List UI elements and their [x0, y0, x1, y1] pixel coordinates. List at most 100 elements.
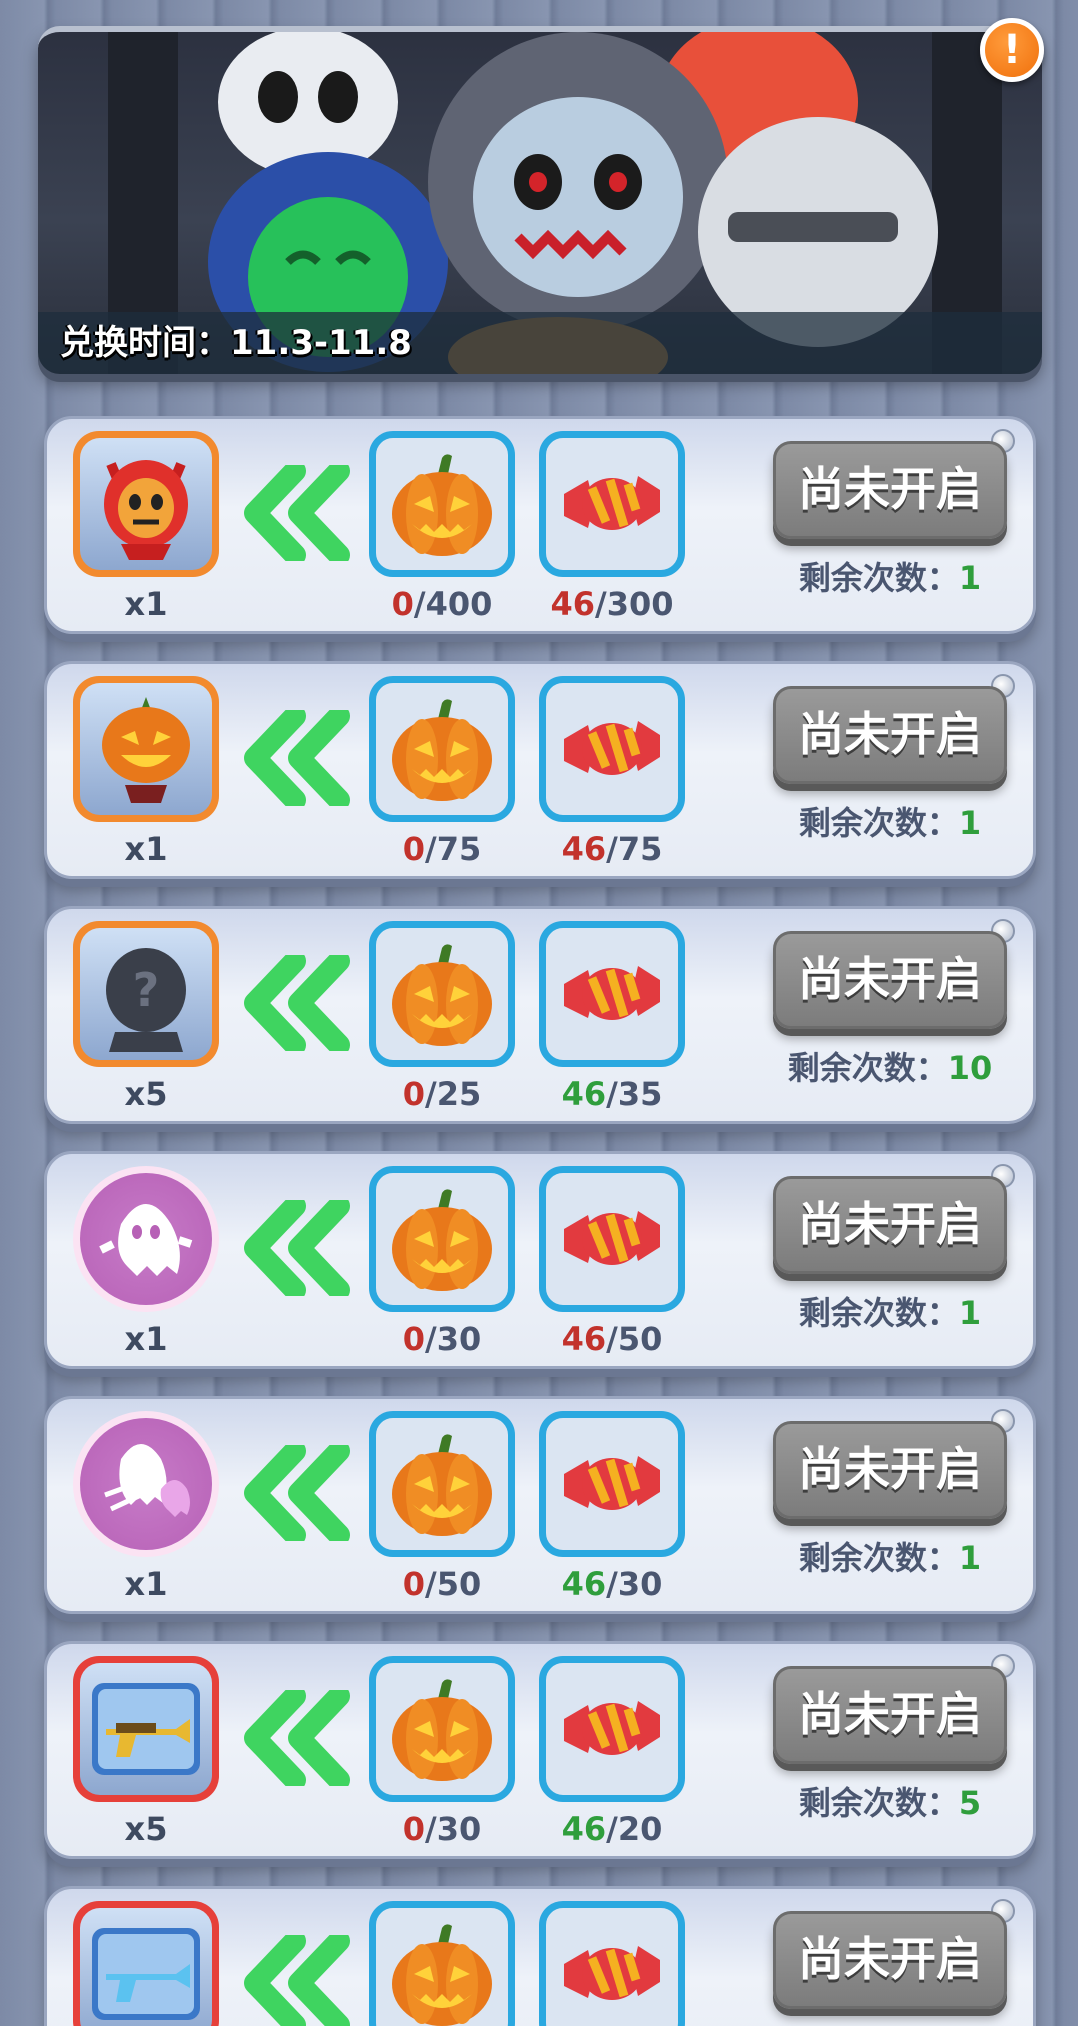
exchange-arrow [243, 1195, 353, 1301]
reward-quantity: x1 [124, 1320, 168, 1358]
candy-owned: 46 [550, 585, 596, 623]
info-alert-button[interactable]: ! [980, 18, 1044, 82]
exchange-arrow [243, 1685, 353, 1791]
reward-item-slot[interactable]: ? [73, 921, 219, 1067]
pumpkin-required: /50 [425, 1565, 482, 1603]
blue-gun-card-icon [92, 1928, 200, 2020]
double-chevron-left-icon [244, 950, 350, 1056]
exchange-button-not-open[interactable]: 尚未开启 [773, 1911, 1007, 2009]
remaining-times: 剩余次数：10 [747, 1043, 1033, 1089]
remaining-times-value: 1 [958, 804, 982, 842]
remaining-times-value: 10 [947, 1049, 993, 1087]
candy-required: /50 [606, 1320, 663, 1358]
jack-o-lantern-icon [392, 1189, 492, 1291]
pumpkin-owned: 0 [402, 1075, 426, 1113]
remaining-times-label: 剩余次数： [798, 1294, 959, 1332]
candy-cost-count: 46/50 [539, 1320, 685, 1358]
pumpkin-cost-count: 0/400 [369, 585, 515, 623]
reward-item-slot[interactable] [73, 1411, 219, 1557]
exchange-button-not-open[interactable]: 尚未开启 [773, 1421, 1007, 1519]
exchange-button-not-open[interactable]: 尚未开启 [773, 1176, 1007, 1274]
pumpkin-owned: 0 [391, 585, 414, 623]
candy-cost-slot[interactable] [539, 431, 685, 577]
ghost-trail-icon [104, 1444, 190, 1517]
candy-cost-slot[interactable] [539, 1411, 685, 1557]
remaining-times-value: 1 [958, 1539, 982, 1577]
reward-item-slot[interactable] [73, 1166, 219, 1312]
exchange-button-not-open[interactable]: 尚未开启 [773, 686, 1007, 784]
remaining-times: 剩余次数：5 [747, 1778, 1033, 1824]
reward-item-image [80, 1663, 212, 1795]
jack-o-lantern-icon [392, 1434, 492, 1536]
double-chevron-left-icon [244, 1930, 350, 2026]
pumpkin-owned: 0 [402, 1320, 426, 1358]
golden-gun-card-icon [92, 1683, 200, 1775]
pumpkin-cost-count: 0/30 [369, 1810, 515, 1848]
reward-quantity: x1 [124, 585, 168, 623]
candy-cost-count: 46/75 [539, 830, 685, 868]
pumpkin-owned: 0 [402, 1565, 426, 1603]
striped-candy-icon [564, 966, 660, 1020]
candy-owned: 46 [561, 1075, 607, 1113]
reward-quantity: x5 [124, 1810, 168, 1848]
pumpkin-cost-slot[interactable] [369, 431, 515, 577]
candy-cost-count: 46/30 [539, 1565, 685, 1603]
candy-cost-slot[interactable] [539, 1166, 685, 1312]
exchange-button-not-open[interactable]: 尚未开启 [773, 1666, 1007, 1764]
exchange-row: 尚未开启 [44, 1886, 1036, 2026]
candy-cost-slot[interactable] [539, 921, 685, 1067]
exchange-arrow [243, 705, 353, 811]
candy-cost-slot[interactable] [539, 1901, 685, 2026]
exchange-button-not-open[interactable]: 尚未开启 [773, 931, 1007, 1029]
candy-cost-count: 46/35 [539, 1075, 685, 1113]
candy-required: /20 [606, 1810, 663, 1848]
exchange-row: x1 0/75 46/75 尚未开启 剩余次数：1 [44, 661, 1036, 879]
exclamation-icon: ! [1002, 27, 1022, 73]
remaining-times: 剩余次数：1 [747, 798, 1033, 844]
mystery-character-icon: ? [106, 948, 186, 1052]
ghost-emote-icon [99, 1204, 193, 1276]
candy-owned: 46 [561, 1320, 607, 1358]
candy-owned: 46 [561, 1810, 607, 1848]
exchange-row: x1 0/400 46/300 尚未开启 剩余次数：1 [44, 416, 1036, 634]
candy-required: /30 [606, 1565, 663, 1603]
pumpkin-required: /75 [425, 830, 482, 868]
event-banner: 兑换时间：11.3-11.8 [38, 26, 1042, 374]
reward-item-image: ? [80, 928, 212, 1060]
candy-cost-slot[interactable] [539, 1656, 685, 1802]
remaining-times-value: 1 [958, 1294, 982, 1332]
remaining-times-label: 剩余次数： [798, 1539, 959, 1577]
reward-item-image [80, 438, 212, 570]
exchange-button-not-open[interactable]: 尚未开启 [773, 441, 1007, 539]
pumpkin-cost-slot[interactable] [369, 1411, 515, 1557]
jack-o-lantern-icon [392, 944, 492, 1046]
reward-item-image [80, 1418, 212, 1550]
striped-candy-icon [564, 1946, 660, 2000]
reward-item-slot[interactable] [73, 1656, 219, 1802]
pumpkin-cost-slot[interactable] [369, 1901, 515, 2026]
exchange-row: x5 0/30 46/20 尚未开启剩余次数：5 [44, 1641, 1036, 1859]
reward-item-image [80, 1173, 212, 1305]
pumpkin-cost-slot[interactable] [369, 676, 515, 822]
remaining-times-value: 1 [958, 559, 982, 597]
jack-o-lantern-icon [392, 1924, 492, 2026]
reward-item-slot[interactable] [73, 431, 219, 577]
pumpkin-required: /30 [425, 1810, 482, 1848]
exchange-arrow [243, 1930, 353, 2026]
remaining-times: 剩余次数：1 [747, 1533, 1033, 1579]
candy-required: /35 [606, 1075, 663, 1113]
reward-item-slot[interactable] [73, 676, 219, 822]
candy-owned: 46 [561, 830, 607, 868]
pumpkin-cost-slot[interactable] [369, 1166, 515, 1312]
pumpkin-cost-count: 0/25 [369, 1075, 515, 1113]
exchange-arrow [243, 1440, 353, 1546]
candy-required: /75 [606, 830, 663, 868]
reward-item-slot[interactable] [73, 1901, 219, 2026]
candy-cost-count: 46/20 [539, 1810, 685, 1848]
pumpkin-cost-slot[interactable] [369, 1656, 515, 1802]
pumpkin-cost-slot[interactable] [369, 921, 515, 1067]
pumpkin-head-icon [102, 697, 190, 803]
pumpkin-owned: 0 [402, 830, 426, 868]
candy-cost-slot[interactable] [539, 676, 685, 822]
striped-candy-icon [564, 1701, 660, 1755]
